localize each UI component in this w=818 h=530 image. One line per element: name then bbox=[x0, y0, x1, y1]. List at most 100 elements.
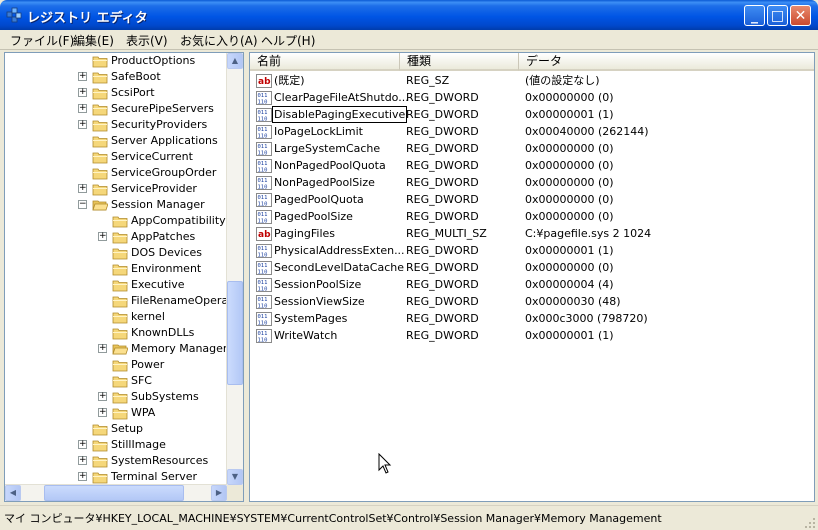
folder-icon bbox=[92, 456, 108, 468]
value-row[interactable]: 011 110 SystemPages REG_DWORD 0x000c3000 (79… bbox=[250, 311, 810, 328]
tree-item[interactable]: + SecurityProviders bbox=[5, 117, 227, 133]
value-row[interactable]: 011 110 IoPageLockLimit REG_DWORD 0x00040000… bbox=[250, 124, 810, 141]
tree-horizontal-scrollbar[interactable]: ◀ ▶ bbox=[5, 484, 227, 501]
tree-item[interactable]: − Session Manager bbox=[5, 197, 227, 213]
collapse-icon[interactable]: − bbox=[78, 200, 87, 209]
svg-text:011: 011 bbox=[258, 195, 268, 201]
value-data: 0x00040000 (262144) bbox=[525, 125, 649, 138]
tree-item[interactable]: Setup bbox=[5, 421, 227, 437]
value-name: SystemPages bbox=[274, 312, 348, 325]
column-header-data[interactable]: データ bbox=[519, 53, 814, 71]
binary-value-icon: 011110 bbox=[256, 142, 272, 156]
tree-item[interactable]: Executive bbox=[5, 277, 227, 293]
maximize-icon: □ bbox=[770, 8, 785, 24]
value-row[interactable]: 011 110 DisablePagingExecutive REG_DWORD 0x0… bbox=[250, 106, 810, 124]
tree-horizontal-scroll-thumb[interactable] bbox=[44, 485, 184, 501]
expand-icon[interactable]: + bbox=[98, 408, 107, 417]
value-row[interactable]: 011 110 PagedPoolQuota REG_DWORD 0x00000000 … bbox=[250, 192, 810, 209]
tree-item[interactable]: DOS Devices bbox=[5, 245, 227, 261]
value-type: REG_DWORD bbox=[406, 295, 479, 308]
expand-icon[interactable]: + bbox=[78, 88, 87, 97]
tree-item[interactable]: + Memory Manageme bbox=[5, 341, 240, 357]
folder-icon bbox=[92, 152, 108, 164]
tree-item-label: Power bbox=[131, 358, 165, 371]
expand-icon[interactable]: + bbox=[98, 344, 107, 353]
value-row[interactable]: 011 110 NonPagedPoolQuota REG_DWORD 0x000000… bbox=[250, 158, 810, 175]
tree-item[interactable]: FileRenameOperat bbox=[5, 293, 233, 309]
value-row[interactable]: 011 110 WriteWatch REG_DWORD 0x00000001 (1) bbox=[250, 328, 810, 345]
binary-value-icon: 011110 bbox=[256, 125, 272, 139]
value-row[interactable]: ab (既定) REG_SZ (値の設定なし) bbox=[250, 73, 810, 90]
tree-item[interactable]: + StillImage bbox=[5, 437, 227, 453]
folder-icon bbox=[112, 392, 128, 404]
menu-view[interactable]: 表示(V) bbox=[126, 32, 168, 49]
tree-item[interactable]: + ServiceProvider bbox=[5, 181, 227, 197]
value-row[interactable]: 011 110 SessionPoolSize REG_DWORD 0x00000004… bbox=[250, 277, 810, 294]
scroll-left-button[interactable]: ◀ bbox=[5, 485, 21, 501]
tree-item[interactable]: ProductOptions bbox=[5, 53, 227, 69]
value-row[interactable]: ab PagingFiles REG_MULTI_SZ C:¥pagefile.sys… bbox=[250, 226, 810, 243]
scroll-down-button[interactable]: ▼ bbox=[227, 469, 243, 485]
expand-icon[interactable]: + bbox=[98, 392, 107, 401]
tree-item[interactable]: SFC bbox=[5, 373, 227, 389]
expand-icon[interactable]: + bbox=[78, 104, 87, 113]
tree-item[interactable]: AppCompatibility bbox=[5, 213, 227, 229]
value-row[interactable]: 011 110 SecondLevelDataCache REG_DWORD 0x000… bbox=[250, 260, 810, 277]
tree-item[interactable]: + Terminal Server bbox=[5, 469, 227, 485]
value-row[interactable]: 011 110 ClearPageFileAtShutdo... REG_DWORD 0… bbox=[250, 90, 810, 107]
tree-item[interactable]: + ScsiPort bbox=[5, 85, 227, 101]
expand-icon[interactable]: + bbox=[98, 232, 107, 241]
value-row[interactable]: 011 110 PagedPoolSize REG_DWORD 0x00000000 (… bbox=[250, 209, 810, 226]
tree-item[interactable]: kernel bbox=[5, 309, 227, 325]
scroll-right-button[interactable]: ▶ bbox=[211, 485, 227, 501]
value-list[interactable]: 名前 種類 データ ab (既定) REG_SZ (値の設定なし) 011 110 Clea… bbox=[249, 52, 815, 502]
expand-icon[interactable]: + bbox=[78, 440, 87, 449]
value-row[interactable]: 011 110 LargeSystemCache REG_DWORD 0x0000000… bbox=[250, 141, 810, 158]
maximize-button[interactable]: □ bbox=[767, 5, 788, 26]
close-icon: ✕ bbox=[794, 8, 807, 24]
key-tree[interactable]: ProductOptions + SafeBoot + ScsiPort + SecureP… bbox=[4, 52, 244, 502]
tree-item[interactable]: + AppPatches bbox=[5, 229, 227, 245]
svg-text:110: 110 bbox=[258, 304, 268, 310]
menu-help[interactable]: ヘルプ(H) bbox=[261, 32, 315, 49]
tree-item[interactable]: ServiceCurrent bbox=[5, 149, 227, 165]
minimize-button[interactable]: _ bbox=[744, 5, 765, 26]
binary-value-icon: 011110 bbox=[256, 159, 272, 173]
svg-text:110: 110 bbox=[258, 287, 268, 293]
tree-item[interactable]: + SubSystems bbox=[5, 389, 227, 405]
tree-vertical-scrollbar[interactable]: ▲ ▼ bbox=[226, 53, 243, 485]
scroll-up-button[interactable]: ▲ bbox=[227, 53, 243, 69]
tree-item[interactable]: Power bbox=[5, 357, 227, 373]
title-bar[interactable]: レジストリ エディタ _ □ ✕ bbox=[0, 0, 818, 30]
binary-value-icon: 011110 bbox=[256, 108, 272, 122]
tree-vertical-scroll-thumb[interactable] bbox=[227, 281, 243, 385]
string-value-icon: ab bbox=[256, 74, 272, 88]
tree-item[interactable]: KnownDLLs bbox=[5, 325, 227, 341]
tree-item[interactable]: + SystemResources bbox=[5, 453, 227, 469]
menu-edit[interactable]: 編集(E) bbox=[73, 32, 114, 49]
close-button[interactable]: ✕ bbox=[790, 5, 811, 26]
tree-item[interactable]: + SafeBoot bbox=[5, 69, 227, 85]
value-row[interactable]: 011 110 PhysicalAddressExten... REG_DWORD 0x… bbox=[250, 243, 810, 260]
expand-icon[interactable]: + bbox=[78, 184, 87, 193]
expand-icon[interactable]: + bbox=[78, 456, 87, 465]
value-name: PhysicalAddressExten... bbox=[274, 244, 405, 257]
column-header-type[interactable]: 種類 bbox=[400, 53, 519, 71]
value-name: ClearPageFileAtShutdo... bbox=[274, 91, 409, 104]
value-row[interactable]: 011 110 SessionViewSize REG_DWORD 0x00000030… bbox=[250, 294, 810, 311]
value-row[interactable]: 011 110 NonPagedPoolSize REG_DWORD 0x0000000… bbox=[250, 175, 810, 192]
tree-item[interactable]: Environment bbox=[5, 261, 227, 277]
resize-grip-icon[interactable] bbox=[804, 517, 816, 529]
expand-icon[interactable]: + bbox=[78, 472, 87, 481]
menu-favorites[interactable]: お気に入り(A) bbox=[180, 32, 258, 49]
tree-item[interactable]: Server Applications bbox=[5, 133, 227, 149]
menu-file[interactable]: ファイル(F) bbox=[10, 32, 74, 49]
tree-item-label: SystemResources bbox=[111, 454, 209, 467]
column-header-name[interactable]: 名前 bbox=[250, 53, 400, 71]
tree-item[interactable]: + SecurePipeServers bbox=[5, 101, 227, 117]
expand-icon[interactable]: + bbox=[78, 120, 87, 129]
tree-item[interactable]: + WPA bbox=[5, 405, 227, 421]
expand-icon[interactable]: + bbox=[78, 72, 87, 81]
folder-icon bbox=[92, 88, 108, 100]
tree-item[interactable]: ServiceGroupOrder bbox=[5, 165, 227, 181]
